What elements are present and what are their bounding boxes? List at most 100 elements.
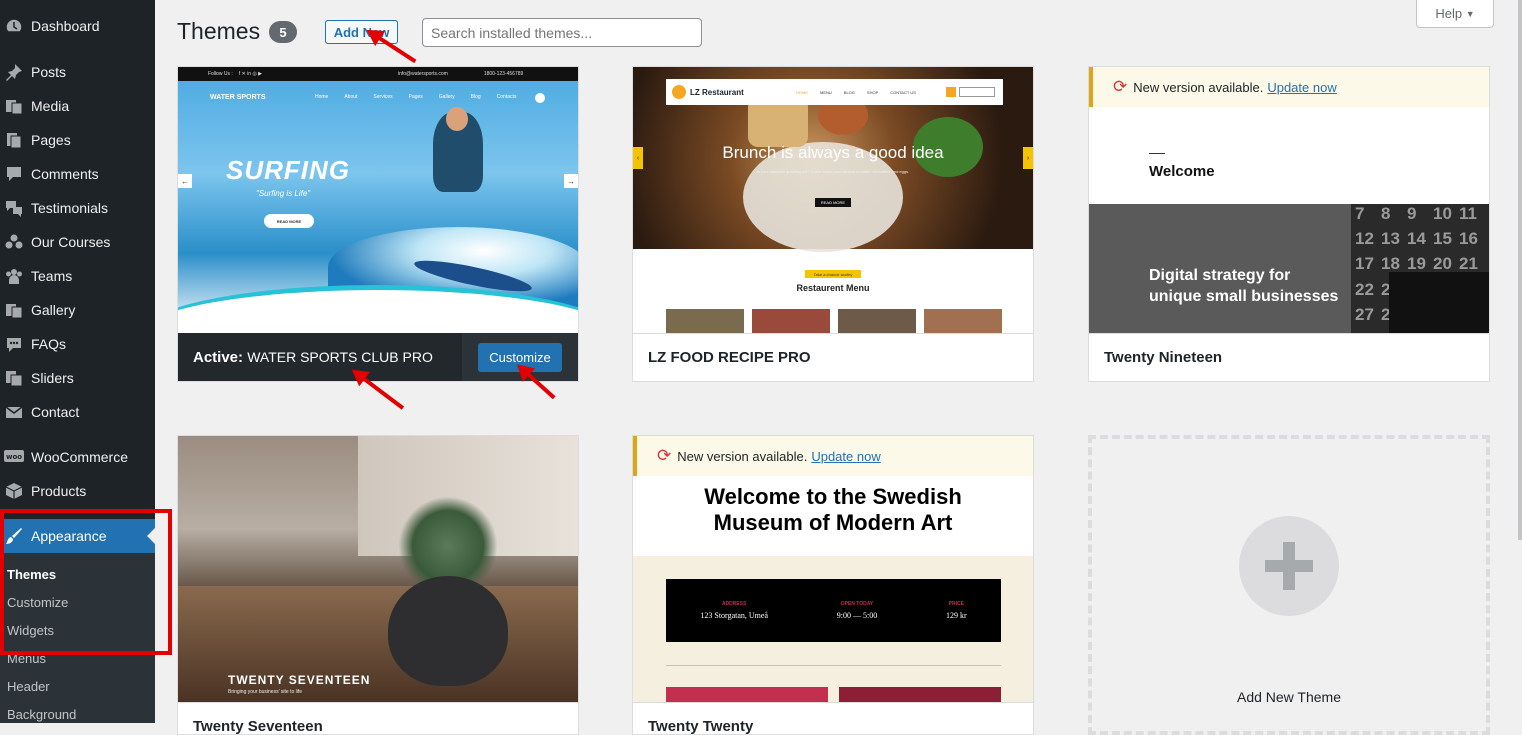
theme-screenshot: Follow Us : f ✕ in ◎ ▶ info@watersports.… — [178, 67, 578, 333]
brand-logo-icon — [672, 85, 686, 99]
site-nav: Home About Services Pages Gallery Blog C… — [315, 94, 516, 100]
info-value: 129 kr — [945, 611, 967, 620]
welcome-dash — [1149, 153, 1165, 154]
menu-thumb — [752, 309, 830, 333]
submenu-item-header[interactable]: Header — [7, 679, 50, 694]
theme-card-twenty-nineteen[interactable]: Welcome 78910111213141516171819202122232… — [1088, 66, 1490, 382]
sidebar-item-media[interactable]: Media — [0, 89, 155, 123]
hero-line-2: Museum of Modern Art — [713, 510, 953, 535]
hero-tagline: "Surfing is Life" — [256, 189, 311, 198]
sidebar-item-label: Comments — [31, 166, 99, 182]
calendar-number: 13 — [1381, 229, 1400, 249]
menu-thumb — [924, 309, 1002, 333]
hero-line-1: Welcome to the Swedish — [704, 484, 962, 509]
gallery-block — [839, 687, 1001, 702]
brand-name: LZ Restaurant — [690, 87, 744, 97]
nav-item: Pages — [408, 94, 423, 100]
site-description: Bringing your business' site to life — [228, 689, 303, 695]
brand: WATER SPORTS — [210, 94, 266, 101]
sidebar-item-our-courses[interactable]: Our Courses — [0, 225, 155, 259]
sidebar-item-contact[interactable]: Contact — [0, 395, 155, 429]
comment-icon — [4, 164, 24, 184]
highlight-box — [0, 509, 172, 655]
welcome-text: Welcome — [1149, 163, 1215, 180]
hero-button: READ MORE — [815, 198, 851, 207]
calendar-number: 11 — [1459, 204, 1477, 223]
info-item: PRICE 129 kr — [946, 601, 967, 620]
theme-card-water-sports[interactable]: Follow Us : f ✕ in ◎ ▶ info@watersports.… — [177, 66, 579, 382]
info-box: ADDRESS 123 Storgatan, Umeå OPEN TODAY 9… — [666, 579, 1001, 642]
submenu-item-background[interactable]: Background — [7, 707, 76, 722]
menu-thumb — [838, 309, 916, 333]
calendar-number: 15 — [1433, 229, 1452, 249]
sidebar-item-products[interactable]: Products — [0, 474, 155, 508]
email-text: info@watersports.com — [397, 71, 448, 77]
sliders-icon — [4, 368, 24, 388]
follow-label: Follow Us : — [208, 71, 233, 77]
hero-line-2: unique small businesses — [1149, 288, 1339, 305]
nav-item: Home — [315, 94, 329, 100]
sidebar-item-comments[interactable]: Comments — [0, 157, 155, 191]
scrollbar[interactable] — [1518, 0, 1522, 540]
sidebar-item-label: Our Courses — [31, 234, 111, 250]
sidebar-item-testimonials[interactable]: Testimonials — [0, 191, 155, 225]
sidebar-item-label: FAQs — [31, 336, 67, 352]
calendar-number: 27 — [1355, 304, 1374, 324]
calendar-number: 14 — [1407, 229, 1426, 249]
info-label: OPEN TODAY — [840, 601, 874, 607]
theme-screenshot: Welcome 78910111213141516171819202122232… — [1089, 67, 1489, 333]
testimonial-icon — [4, 198, 24, 218]
prev-arrow: ← — [178, 174, 192, 188]
theme-screenshot: LZ Restaurant HOME MENU BLOG SHOP CONTAC… — [633, 67, 1033, 333]
sidebar-item-label: Teams — [31, 268, 73, 284]
sidebar-item-dashboard[interactable]: Dashboard — [0, 9, 155, 43]
woocommerce-icon: woo — [4, 447, 24, 467]
theme-card-lz-food[interactable]: LZ Restaurant HOME MENU BLOG SHOP CONTAC… — [632, 66, 1034, 382]
sidebar-item-sliders[interactable]: Sliders — [0, 361, 155, 395]
calendar-number: 8 — [1381, 204, 1391, 223]
nav-item: Blog — [470, 94, 481, 100]
help-tab-button[interactable]: Help ▼ — [1416, 0, 1494, 28]
hero-button: READ MORE — [264, 214, 314, 228]
pin-icon — [4, 62, 24, 82]
nav-item: SHOP — [866, 89, 879, 95]
theme-screenshot: TWENTY SEVENTEEN Bringing your business'… — [178, 436, 578, 702]
monitor — [1389, 272, 1489, 333]
search-themes-input[interactable] — [422, 18, 702, 47]
sidebar-item-faqs[interactable]: FAQs — [0, 327, 155, 361]
calendar-number: 16 — [1459, 229, 1478, 249]
next-arrow: → — [564, 174, 578, 188]
media-icon — [4, 96, 24, 116]
calendar-number: 17 — [1355, 254, 1374, 274]
add-new-theme-card[interactable]: Add New Theme — [1088, 435, 1490, 735]
notice-text: New version available. — [1133, 79, 1264, 95]
sidebar-item-woocommerce[interactable]: woo WooCommerce — [0, 440, 155, 474]
faq-icon — [4, 334, 24, 354]
theme-card-twenty-twenty[interactable]: Welcome to the Swedish Museum of Modern … — [632, 435, 1034, 735]
theme-card-twenty-seventeen[interactable]: TWENTY SEVENTEEN Bringing your business'… — [177, 435, 579, 735]
info-item: OPEN TODAY 9:00 — 5:00 — [837, 601, 877, 620]
theme-screenshot: Welcome to the Swedish Museum of Modern … — [633, 436, 1033, 702]
menu-thumb — [666, 309, 744, 333]
update-now-link[interactable]: Update now — [1267, 80, 1336, 95]
sidebar-item-label: Media — [31, 98, 70, 114]
update-notice: ⟳ New version available. Update now — [633, 436, 1033, 476]
sidebar-item-pages[interactable]: Pages — [0, 123, 155, 157]
page-title: Themes — [177, 18, 261, 44]
sidebar-item-gallery[interactable]: Gallery — [0, 293, 155, 327]
add-new-theme-label: Add New Theme — [1236, 689, 1341, 705]
sidebar-item-posts[interactable]: Posts — [0, 55, 155, 89]
update-now-link[interactable]: Update now — [811, 449, 880, 464]
plus-icon — [1239, 516, 1339, 616]
gallery-block — [666, 687, 828, 702]
nav-item: Contacts — [496, 94, 517, 100]
update-icon: ⟳ — [1113, 77, 1128, 96]
sidebar-item-label: Dashboard — [31, 18, 100, 34]
info-label: ADDRESS — [721, 601, 747, 607]
mail-icon — [4, 402, 24, 422]
sidebar-item-teams[interactable]: Teams — [0, 259, 155, 293]
nav-item: BLOG — [843, 89, 855, 95]
phone-text: 1800-123-456789 — [483, 71, 524, 77]
calendar-number: 22 — [1355, 279, 1374, 299]
sidebar-item-label: Pages — [31, 132, 71, 148]
